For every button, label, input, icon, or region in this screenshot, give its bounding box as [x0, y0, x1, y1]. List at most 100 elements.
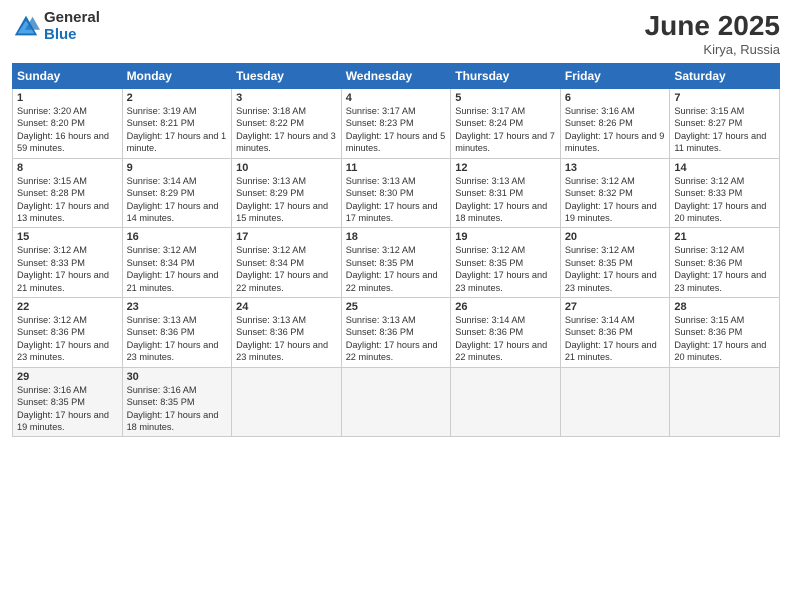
- day-number: 24: [236, 301, 337, 313]
- table-row: 25 Sunrise: 3:13 AMSunset: 8:36 PMDayligh…: [341, 298, 451, 368]
- calendar-week-2: 8 Sunrise: 3:15 AMSunset: 8:28 PMDaylight…: [13, 158, 780, 228]
- day-number: 11: [346, 162, 447, 174]
- day-info: Sunrise: 3:20 AMSunset: 8:20 PMDaylight:…: [17, 106, 109, 153]
- day-number: 26: [455, 301, 556, 313]
- calendar: Sunday Monday Tuesday Wednesday Thursday…: [12, 63, 780, 437]
- day-info: Sunrise: 3:14 AMSunset: 8:36 PMDaylight:…: [455, 315, 547, 362]
- day-info: Sunrise: 3:12 AMSunset: 8:36 PMDaylight:…: [674, 245, 766, 292]
- table-row: 29Sunrise: 3:16 AMSunset: 8:35 PMDayligh…: [13, 367, 123, 437]
- day-info: Sunrise: 3:12 AMSunset: 8:34 PMDaylight:…: [127, 245, 219, 292]
- logo-text: General Blue: [44, 10, 100, 43]
- table-row: 8 Sunrise: 3:15 AMSunset: 8:28 PMDaylight…: [13, 158, 123, 228]
- day-number: 28: [674, 301, 775, 313]
- day-number: 16: [127, 231, 228, 243]
- day-number: 10: [236, 162, 337, 174]
- table-row: 14Sunrise: 3:12 AMSunset: 8:33 PMDayligh…: [670, 158, 780, 228]
- table-row: [232, 367, 342, 437]
- table-row: 15Sunrise: 3:12 AMSunset: 8:33 PMDayligh…: [13, 228, 123, 298]
- day-info: Sunrise: 3:13 AMSunset: 8:36 PMDaylight:…: [346, 315, 438, 362]
- day-info: Sunrise: 3:18 AMSunset: 8:22 PMDaylight:…: [236, 106, 336, 153]
- table-row: 19Sunrise: 3:12 AMSunset: 8:35 PMDayligh…: [451, 228, 561, 298]
- day-number: 5: [455, 92, 556, 104]
- col-thursday: Thursday: [451, 64, 561, 89]
- day-number: 8: [17, 162, 118, 174]
- table-row: 4 Sunrise: 3:17 AMSunset: 8:23 PMDaylight…: [341, 89, 451, 159]
- day-number: 3: [236, 92, 337, 104]
- day-number: 6: [565, 92, 666, 104]
- day-info: Sunrise: 3:12 AMSunset: 8:35 PMDaylight:…: [346, 245, 438, 292]
- day-number: 22: [17, 301, 118, 313]
- logo: General Blue: [12, 10, 100, 43]
- table-row: 2Sunrise: 3:19 AMSunset: 8:21 PMDaylight…: [122, 89, 232, 159]
- day-info: Sunrise: 3:15 AMSunset: 8:27 PMDaylight:…: [674, 106, 766, 153]
- day-info: Sunrise: 3:12 AMSunset: 8:35 PMDaylight:…: [565, 245, 657, 292]
- day-number: 20: [565, 231, 666, 243]
- calendar-week-3: 15Sunrise: 3:12 AMSunset: 8:33 PMDayligh…: [13, 228, 780, 298]
- day-number: 14: [674, 162, 775, 174]
- table-row: 18 Sunrise: 3:12 AMSunset: 8:35 PMDayligh…: [341, 228, 451, 298]
- day-number: 18: [346, 231, 447, 243]
- day-number: 12: [455, 162, 556, 174]
- table-row: [560, 367, 670, 437]
- location: Kirya, Russia: [645, 42, 780, 57]
- day-info: Sunrise: 3:13 AMSunset: 8:36 PMDaylight:…: [236, 315, 328, 362]
- month-title: June 2025: [645, 10, 780, 42]
- calendar-week-1: 1 Sunrise: 3:20 AMSunset: 8:20 PMDaylight…: [13, 89, 780, 159]
- day-info: Sunrise: 3:12 AMSunset: 8:32 PMDaylight:…: [565, 176, 657, 223]
- day-number: 25: [346, 301, 447, 313]
- table-row: 21 Sunrise: 3:12 AMSunset: 8:36 PMDayligh…: [670, 228, 780, 298]
- table-row: 13 Sunrise: 3:12 AMSunset: 8:32 PMDayligh…: [560, 158, 670, 228]
- day-info: Sunrise: 3:16 AMSunset: 8:26 PMDaylight:…: [565, 106, 665, 153]
- calendar-week-4: 22 Sunrise: 3:12 AMSunset: 8:36 PMDayligh…: [13, 298, 780, 368]
- day-info: Sunrise: 3:17 AMSunset: 8:24 PMDaylight:…: [455, 106, 555, 153]
- table-row: 9 Sunrise: 3:14 AMSunset: 8:29 PMDaylight…: [122, 158, 232, 228]
- day-info: Sunrise: 3:12 AMSunset: 8:36 PMDaylight:…: [17, 315, 109, 362]
- day-number: 27: [565, 301, 666, 313]
- table-row: 10Sunrise: 3:13 AMSunset: 8:29 PMDayligh…: [232, 158, 342, 228]
- table-row: 22 Sunrise: 3:12 AMSunset: 8:36 PMDayligh…: [13, 298, 123, 368]
- header: General Blue June 2025 Kirya, Russia: [12, 10, 780, 57]
- day-number: 4: [346, 92, 447, 104]
- col-monday: Monday: [122, 64, 232, 89]
- day-number: 13: [565, 162, 666, 174]
- table-row: 11 Sunrise: 3:13 AMSunset: 8:30 PMDayligh…: [341, 158, 451, 228]
- day-info: Sunrise: 3:15 AMSunset: 8:36 PMDaylight:…: [674, 315, 766, 362]
- day-info: Sunrise: 3:17 AMSunset: 8:23 PMDaylight:…: [346, 106, 446, 153]
- day-info: Sunrise: 3:15 AMSunset: 8:28 PMDaylight:…: [17, 176, 109, 223]
- day-info: Sunrise: 3:19 AMSunset: 8:21 PMDaylight:…: [127, 106, 227, 153]
- day-number: 30: [127, 371, 228, 383]
- col-sunday: Sunday: [13, 64, 123, 89]
- day-number: 17: [236, 231, 337, 243]
- calendar-header-row: Sunday Monday Tuesday Wednesday Thursday…: [13, 64, 780, 89]
- table-row: 30 Sunrise: 3:16 AMSunset: 8:35 PMDayligh…: [122, 367, 232, 437]
- table-row: [341, 367, 451, 437]
- table-row: 26 Sunrise: 3:14 AMSunset: 8:36 PMDayligh…: [451, 298, 561, 368]
- table-row: 6 Sunrise: 3:16 AMSunset: 8:26 PMDaylight…: [560, 89, 670, 159]
- table-row: 17Sunrise: 3:12 AMSunset: 8:34 PMDayligh…: [232, 228, 342, 298]
- title-block: June 2025 Kirya, Russia: [645, 10, 780, 57]
- day-number: 23: [127, 301, 228, 313]
- table-row: 27 Sunrise: 3:14 AMSunset: 8:36 PMDayligh…: [560, 298, 670, 368]
- table-row: 16 Sunrise: 3:12 AMSunset: 8:34 PMDayligh…: [122, 228, 232, 298]
- day-info: Sunrise: 3:13 AMSunset: 8:36 PMDaylight:…: [127, 315, 219, 362]
- day-info: Sunrise: 3:16 AMSunset: 8:35 PMDaylight:…: [127, 385, 219, 432]
- table-row: 24 Sunrise: 3:13 AMSunset: 8:36 PMDayligh…: [232, 298, 342, 368]
- day-info: Sunrise: 3:13 AMSunset: 8:31 PMDaylight:…: [455, 176, 547, 223]
- day-number: 9: [127, 162, 228, 174]
- day-info: Sunrise: 3:14 AMSunset: 8:36 PMDaylight:…: [565, 315, 657, 362]
- col-friday: Friday: [560, 64, 670, 89]
- table-row: 12 Sunrise: 3:13 AMSunset: 8:31 PMDayligh…: [451, 158, 561, 228]
- table-row: 20 Sunrise: 3:12 AMSunset: 8:35 PMDayligh…: [560, 228, 670, 298]
- table-row: 1 Sunrise: 3:20 AMSunset: 8:20 PMDaylight…: [13, 89, 123, 159]
- day-info: Sunrise: 3:12 AMSunset: 8:33 PMDaylight:…: [17, 245, 109, 292]
- table-row: [451, 367, 561, 437]
- day-info: Sunrise: 3:14 AMSunset: 8:29 PMDaylight:…: [127, 176, 219, 223]
- day-number: 7: [674, 92, 775, 104]
- logo-blue: Blue: [44, 27, 100, 44]
- day-number: 21: [674, 231, 775, 243]
- col-tuesday: Tuesday: [232, 64, 342, 89]
- day-info: Sunrise: 3:13 AMSunset: 8:30 PMDaylight:…: [346, 176, 438, 223]
- day-number: 1: [17, 92, 118, 104]
- page: General Blue June 2025 Kirya, Russia Sun…: [0, 0, 792, 612]
- col-saturday: Saturday: [670, 64, 780, 89]
